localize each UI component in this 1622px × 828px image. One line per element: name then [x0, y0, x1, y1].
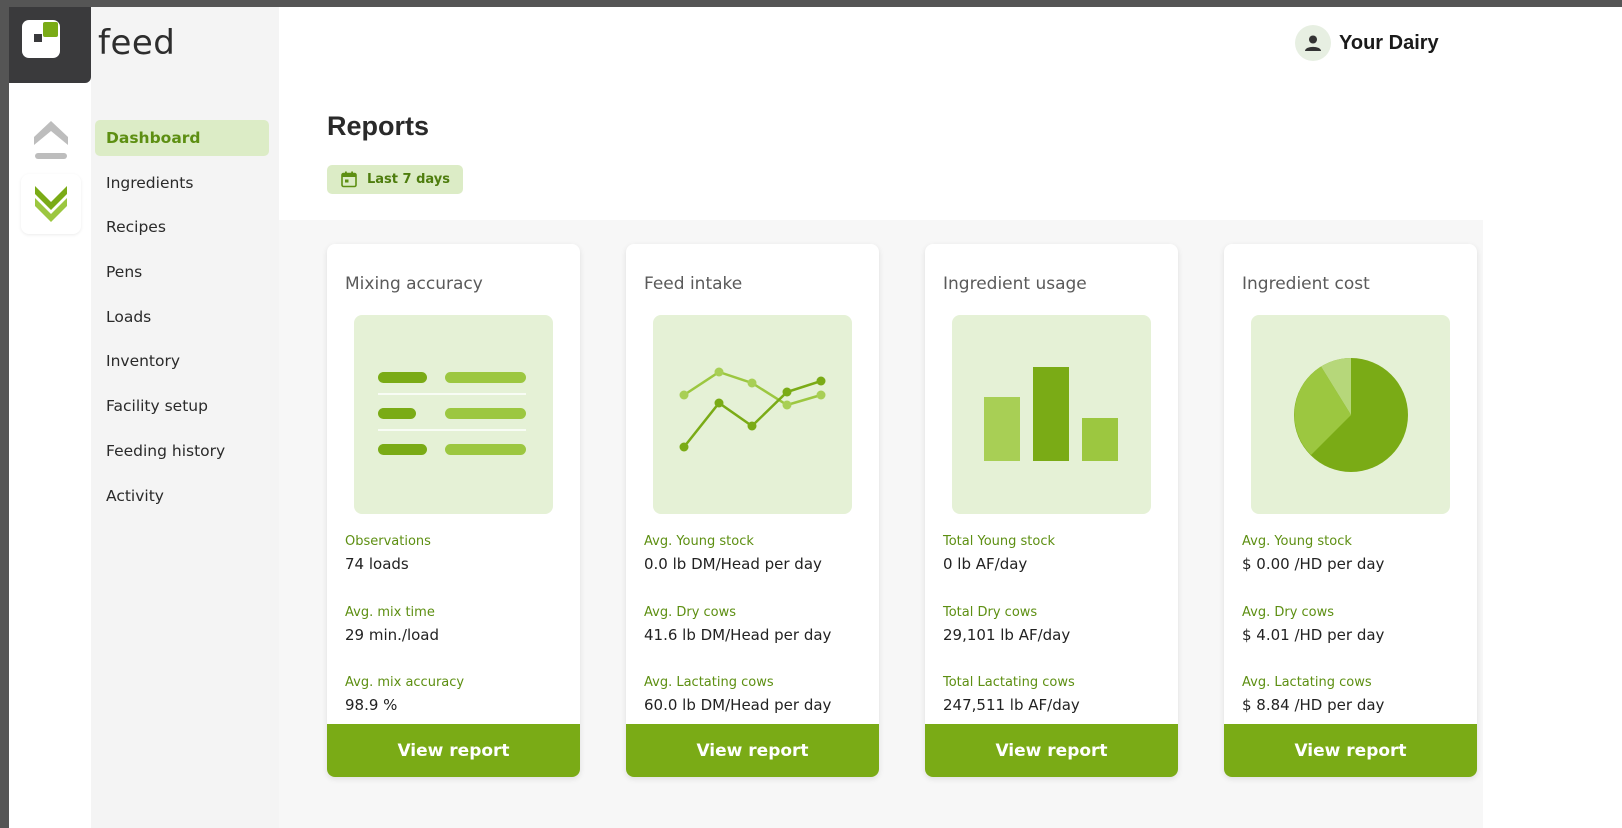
- view-report-button[interactable]: View report: [1224, 724, 1477, 777]
- stat-item: Avg. Young stock $ 0.00 /HD per day: [1242, 533, 1384, 604]
- card-stats: Avg. Young stock $ 0.00 /HD per day Avg.…: [1242, 533, 1384, 745]
- stat-value: 29 min./load: [345, 625, 440, 644]
- brand-name: feed: [98, 23, 176, 63]
- stat-value: 74 loads: [345, 555, 409, 573]
- report-card-ingredient-usage: Ingredient usage Total Young stock 0 lb …: [925, 244, 1178, 777]
- stat-label: Avg. Young stock: [1242, 534, 1352, 549]
- user-name: Your Dairy: [1339, 31, 1439, 54]
- line-chart-illustration-icon: [653, 315, 852, 514]
- icon-rail: [9, 7, 91, 828]
- stat-label: Avg. Dry cows: [644, 604, 737, 620]
- main-content: Your Dairy Reports Last 7 days Mixing ac…: [279, 7, 1622, 828]
- card-title: Ingredient usage: [943, 274, 1087, 294]
- feed-chevron-icon: [35, 186, 67, 222]
- stat-label: Total Lactating cows: [943, 675, 1075, 690]
- bar-chart-illustration-icon: [952, 315, 1151, 514]
- avatar: [1295, 25, 1331, 61]
- sidebar-item-ingredients[interactable]: Ingredients: [95, 165, 269, 201]
- sidebar-item-facility-setup[interactable]: Facility setup: [95, 388, 269, 424]
- app-window: feed Dashboard Ingredients Recipes Pens …: [9, 7, 1622, 828]
- sidebar-nav: Dashboard Ingredients Recipes Pens Loads…: [95, 120, 269, 522]
- report-card-ingredient-cost: Ingredient cost Avg. Young stock $ 0.00 …: [1224, 244, 1477, 777]
- stat-label: Avg. mix time: [345, 604, 435, 620]
- stat-item: Avg. Dry cows 41.6 lb DM/Head per day: [644, 604, 831, 675]
- rail-feed-button[interactable]: [21, 174, 81, 234]
- stat-value: $ 0.00 /HD per day: [1242, 555, 1385, 573]
- date-filter-label: Last 7 days: [367, 172, 450, 187]
- stat-label: Total Dry cows: [943, 604, 1038, 620]
- stat-value: 0 lb AF/day: [943, 555, 1028, 573]
- report-card-feed-intake: Feed intake Avg. Young stock 0.0 lb DM/H…: [626, 244, 879, 777]
- stat-value: 0.0 lb DM/Head per day: [644, 555, 822, 573]
- view-report-button[interactable]: View report: [327, 724, 580, 777]
- stat-value: $ 8.84 /HD per day: [1242, 696, 1385, 714]
- stat-value: 98.9 %: [345, 696, 398, 714]
- sidebar-item-feeding-history[interactable]: Feeding history: [95, 433, 269, 469]
- sidebar-item-recipes[interactable]: Recipes: [95, 209, 269, 245]
- stat-value: 41.6 lb DM/Head per day: [644, 625, 832, 644]
- user-menu[interactable]: Your Dairy: [1295, 25, 1439, 61]
- stat-item: Observations 74 loads: [345, 533, 464, 604]
- stat-item: Avg. Dry cows $ 4.01 /HD per day: [1242, 604, 1384, 675]
- sidebar: feed Dashboard Ingredients Recipes Pens …: [91, 7, 279, 828]
- list-illustration-icon: [354, 315, 553, 514]
- stat-label: Avg. Lactating cows: [644, 675, 774, 690]
- page-title: Reports: [327, 111, 430, 141]
- stat-label: Observations: [345, 534, 431, 549]
- stat-value: 247,511 lb AF/day: [943, 696, 1080, 714]
- card-title: Ingredient cost: [1242, 274, 1370, 294]
- rail-up-button[interactable]: [21, 111, 81, 171]
- card-title: Mixing accuracy: [345, 274, 483, 294]
- app-logo[interactable]: [9, 7, 91, 83]
- stat-value: 29,101 lb AF/day: [943, 625, 1071, 644]
- stat-value: 60.0 lb DM/Head per day: [644, 696, 832, 714]
- user-icon: [1305, 35, 1321, 51]
- card-stats: Avg. Young stock 0.0 lb DM/Head per day …: [644, 533, 831, 745]
- stat-label: Total Young stock: [943, 534, 1056, 549]
- sidebar-item-activity[interactable]: Activity: [95, 478, 269, 514]
- stat-item: Total Young stock 0 lb AF/day: [943, 533, 1080, 604]
- stat-label: Avg. Dry cows: [1242, 604, 1335, 620]
- pie-chart-illustration-icon: [1251, 315, 1450, 514]
- logo-icon: [22, 20, 60, 58]
- report-card-mixing-accuracy: Mixing accuracy Observations 74 loads Av…: [327, 244, 580, 777]
- view-report-button[interactable]: View report: [925, 724, 1178, 777]
- date-filter-button[interactable]: Last 7 days: [327, 165, 463, 194]
- card-stats: Total Young stock 0 lb AF/day Total Dry …: [943, 533, 1080, 745]
- stat-label: Avg. Young stock: [644, 534, 754, 549]
- stat-value: $ 4.01 /HD per day: [1242, 625, 1385, 644]
- card-title: Feed intake: [644, 274, 743, 294]
- chevron-up-icon: [34, 121, 68, 159]
- stat-item: Avg. mix time 29 min./load: [345, 604, 464, 675]
- stat-item: Avg. Young stock 0.0 lb DM/Head per day: [644, 533, 831, 604]
- sidebar-item-inventory[interactable]: Inventory: [95, 343, 269, 379]
- stat-item: Total Dry cows 29,101 lb AF/day: [943, 604, 1080, 675]
- reports-grid: Mixing accuracy Observations 74 loads Av…: [279, 220, 1483, 828]
- sidebar-item-loads[interactable]: Loads: [95, 299, 269, 335]
- card-stats: Observations 74 loads Avg. mix time 29 m…: [345, 533, 464, 745]
- sidebar-item-pens[interactable]: Pens: [95, 254, 269, 290]
- stat-label: Avg. mix accuracy: [345, 675, 465, 690]
- sidebar-item-dashboard[interactable]: Dashboard: [95, 120, 269, 156]
- stat-label: Avg. Lactating cows: [1242, 675, 1372, 690]
- calendar-icon: [341, 171, 357, 188]
- view-report-button[interactable]: View report: [626, 724, 879, 777]
